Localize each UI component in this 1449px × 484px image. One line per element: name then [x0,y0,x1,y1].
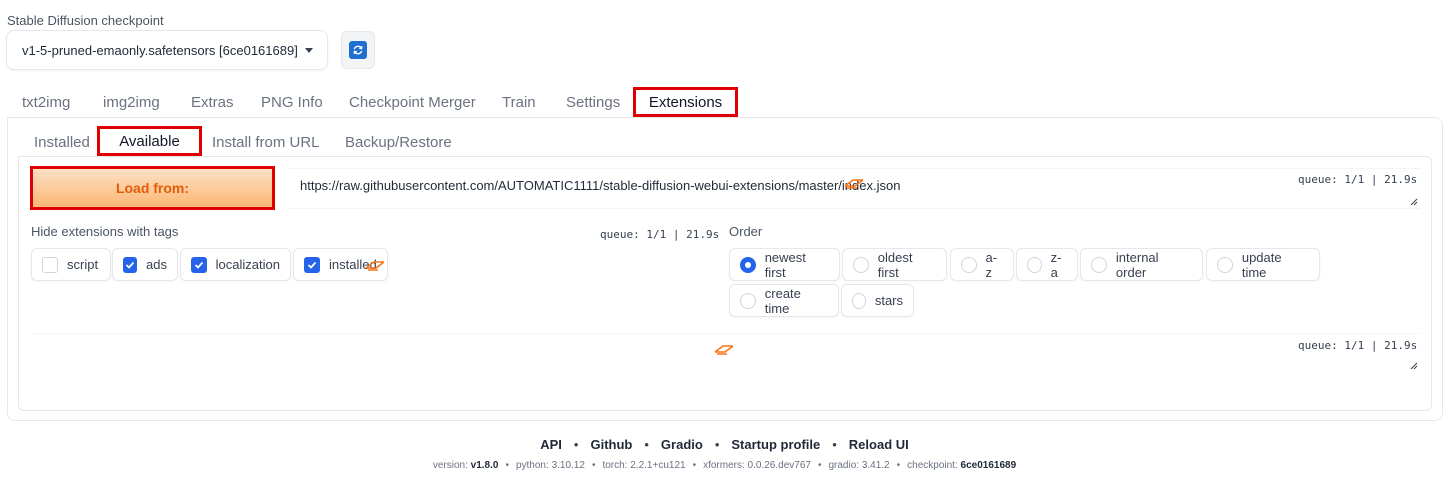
order-label-text: a-z [985,249,998,280]
tag-checkbox-ads[interactable]: ads [112,248,178,281]
footer-link-api[interactable]: API [540,437,562,452]
load-from-button[interactable]: Load from: [30,166,275,210]
order-radio-a-z[interactable]: a-z [950,248,1014,281]
tab-extras[interactable]: Extras [191,93,234,113]
radio-icon [852,292,866,309]
order-radio-update-time[interactable]: update time [1206,248,1320,281]
tag-checkbox-localization[interactable]: localization [180,248,291,281]
tag-label: localization [215,257,280,272]
gradio-value: 3.41.2 [861,460,890,471]
queue-status: queue: 1/1 | 21.9s [1298,339,1418,352]
radio-icon [961,256,977,273]
refresh-checkpoint-button[interactable] [341,31,375,69]
refresh-icon [349,41,367,59]
gradio-label: gradio: [828,460,860,471]
order-label-text: stars [874,293,903,308]
tab-installed[interactable]: Installed [34,133,90,153]
checkmark-icon [123,256,138,273]
hide-tags-label: Hide extensions with tags [31,224,179,239]
order-label-text: create time [764,285,801,316]
tab-settings[interactable]: Settings [566,93,620,113]
torch-value: 2.2.1+cu121 [630,460,686,471]
radio-icon [740,292,756,309]
radio-icon [1091,256,1107,273]
tab-install-from-url[interactable]: Install from URL [212,133,320,153]
footer-link-gradio[interactable]: Gradio [661,437,703,452]
chevron-down-icon [305,47,313,53]
order-radio-z-a[interactable]: z-a [1016,248,1078,281]
queue-status: queue: 1/1 | 21.9s [600,228,720,241]
loading-icon [365,261,385,271]
resize-handle-icon[interactable] [1410,198,1418,206]
torch-label: torch: [602,460,628,471]
footer-link-startup-profile[interactable]: Startup profile [731,437,820,452]
order-radio-newest-first[interactable]: newest first [729,248,840,281]
checkmark-icon [191,256,207,273]
checkpoint-value: v1-5-pruned-emaonly.safetensors [6ce0161… [22,42,298,58]
footer-links: API • Github • Gradio • Startup profile • Reload… [540,437,909,452]
tab-extensions[interactable]: Extensions [633,87,738,117]
checkmark-icon [304,256,320,273]
tag-label: ads [146,257,167,272]
tab-checkpoint-merger[interactable]: Checkpoint Merger [349,93,476,113]
checkpoint-label: Stable Diffusion checkpoint [7,13,164,28]
version-label: version: [432,460,468,471]
python-label: python: [515,460,549,471]
order-radio-oldest-first[interactable]: oldest first [842,248,947,281]
loading-icon [714,345,734,355]
tag-label: script [67,257,99,272]
loading-icon [844,179,864,189]
radio-icon [853,256,869,273]
checkbox-icon [42,256,58,273]
checkpoint-hash-label: checkpoint: [907,460,958,471]
tab-train[interactable]: Train [502,93,536,113]
order-radio-stars[interactable]: stars [841,284,914,317]
tab-txt2img[interactable]: txt2img [22,93,70,113]
order-label-text: internal order [1115,249,1159,280]
checkpoint-dropdown[interactable]: v1-5-pruned-emaonly.safetensors [6ce0161… [6,30,328,70]
radio-icon [1027,256,1042,273]
checkpoint-hash-value: 6ce0161689 [960,460,1017,471]
extension-index-url-value: https://raw.githubusercontent.com/AUTOMA… [300,178,901,193]
python-value: 3.10.12 [551,460,585,471]
footer-link-reload-ui[interactable]: Reload UI [849,437,909,452]
radio-icon [1217,256,1233,273]
order-label-text: z-a [1050,249,1062,280]
order-label: Order [729,224,763,239]
tab-available[interactable]: Available [97,126,202,156]
order-label-text: oldest first [877,249,913,280]
order-label-text: newest first [764,249,806,280]
tag-checkbox-script[interactable]: script [31,248,111,281]
order-radio-create-time[interactable]: create time [729,284,839,317]
version-info: version: v1.8.0 • python: 3.10.12 • torch: 2… [432,460,1017,471]
order-radio-internal-order[interactable]: internal order [1080,248,1203,281]
tab-png-info[interactable]: PNG Info [261,93,323,113]
queue-status: queue: 1/1 | 21.9s [1298,173,1418,186]
version-value: v1.8.0 [470,460,499,471]
footer-link-github[interactable]: Github [590,437,632,452]
tab-backup-restore[interactable]: Backup/Restore [345,133,452,153]
xformers-value: 0.0.26.dev767 [747,460,811,471]
order-label-text: update time [1241,249,1282,280]
radio-selected-icon [740,256,756,273]
xformers-label: xformers: [703,460,745,471]
resize-handle-icon[interactable] [1410,362,1418,370]
tab-img2img[interactable]: img2img [103,93,160,113]
